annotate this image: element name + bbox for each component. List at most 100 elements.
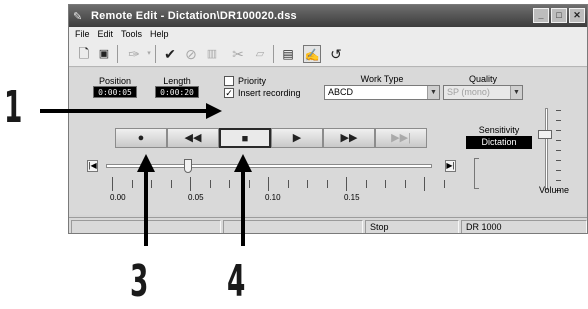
work-type-select[interactable]: ABCD ▼ <box>324 85 440 100</box>
toolbar: 🗋 ▣ ✑ ▾ ✔ ⊘ ▥ ✂ ▱ ▤ ✍ ↺ <box>69 41 587 67</box>
skip-to-end-icon: ▶| <box>446 161 455 170</box>
toolbar-separator <box>117 45 118 63</box>
book-icon[interactable]: ▥ <box>203 45 221 63</box>
sensitivity-label: Sensitivity <box>478 125 520 135</box>
close-button[interactable]: ✕ <box>569 8 585 23</box>
fast-forward-button[interactable]: ▶▶ <box>323 128 375 148</box>
toolbar-separator <box>155 45 156 63</box>
seek-tick <box>209 180 211 188</box>
chevron-down-icon[interactable]: ▼ <box>510 86 522 99</box>
status-cell-state: Stop <box>365 220 459 233</box>
quality-value: SP (mono) <box>447 87 490 97</box>
seek-tick <box>268 177 269 191</box>
checkmark-icon[interactable]: ✔ <box>161 45 179 63</box>
record-icon: ● <box>137 132 145 144</box>
status-cell-2 <box>223 220 363 233</box>
work-type-label: Work Type <box>360 74 404 84</box>
seek-tick <box>424 177 425 191</box>
seek-thumb[interactable] <box>183 159 192 173</box>
menu-file[interactable]: File <box>75 29 90 39</box>
properties-icon[interactable]: ▤ <box>279 45 297 63</box>
control-panel: Position 0:00:05 Length 0:00:20 Priority… <box>69 68 587 215</box>
seek-tick <box>287 180 289 188</box>
volume-track[interactable] <box>545 108 548 190</box>
stop-icon: ■ <box>241 133 249 145</box>
remote-edit-window: ✎ Remote Edit - Dictation\DR100020.dss _… <box>68 4 588 234</box>
level-gauge-line <box>474 158 475 188</box>
undo-icon[interactable]: ↺ <box>327 45 345 63</box>
title-bar[interactable]: ✎ Remote Edit - Dictation\DR100020.dss _… <box>69 5 587 27</box>
quality-select[interactable]: SP (mono) ▼ <box>443 85 523 100</box>
menu-edit[interactable]: Edit <box>98 29 114 39</box>
seek-tick <box>190 177 191 191</box>
fast-forward-icon: ▶▶ <box>340 132 358 144</box>
priority-checkbox[interactable] <box>224 76 234 86</box>
seek-tick <box>346 177 347 191</box>
level-gauge-tick <box>474 158 479 159</box>
volume-tick <box>556 160 561 161</box>
seek-tick <box>365 180 367 188</box>
volume-tick <box>556 110 561 111</box>
volume-tick <box>556 170 561 171</box>
insert-recording-checkbox[interactable]: ✓ <box>224 88 234 98</box>
play-button[interactable]: ▶ <box>271 128 323 148</box>
volume-label: Volume <box>538 185 570 195</box>
transport-controls: ● ◀◀ ■ ▶ ▶▶ ▶▶| <box>115 128 427 148</box>
tick-label: 0.10 <box>265 193 281 202</box>
skip-to-start-icon: |◀ <box>88 161 97 170</box>
volume-thumb[interactable] <box>538 130 552 139</box>
skip-to-end-icon: ▶▶| <box>391 132 411 144</box>
tick-label: 0.15 <box>344 193 360 202</box>
remote-edit-icon[interactable]: ✍ <box>303 45 321 63</box>
quality-label: Quality <box>468 74 497 84</box>
skip-to-end-button[interactable]: ▶▶| <box>375 128 427 148</box>
minimize-button[interactable]: _ <box>533 8 549 23</box>
seek-start-button[interactable]: |◀ <box>87 160 98 172</box>
volume-tick <box>556 130 561 131</box>
record-button[interactable]: ● <box>115 128 167 148</box>
seek-tick <box>229 180 230 188</box>
chevron-down-icon[interactable]: ▼ <box>427 86 439 99</box>
work-type-value: ABCD <box>328 87 354 97</box>
menu-help[interactable]: Help <box>150 29 169 39</box>
no-entry-icon[interactable]: ⊘ <box>182 45 200 63</box>
tick-label: 0.05 <box>188 193 204 202</box>
seek-end-button[interactable]: ▶| <box>445 160 456 172</box>
window-title: Remote Edit - Dictation\DR100020.dss <box>91 10 297 22</box>
volume-tick <box>556 140 561 141</box>
callout-1: 1 <box>4 82 23 133</box>
seek-tick <box>248 180 250 188</box>
seek-tick <box>404 180 406 188</box>
save-icon[interactable]: ▣ <box>95 45 113 63</box>
stop-button[interactable]: ■ <box>219 128 271 148</box>
position-label: Position <box>98 76 132 86</box>
callout-3: 3 <box>130 256 149 307</box>
seek-tick <box>131 180 133 188</box>
callout-4: 4 <box>227 256 246 307</box>
pen-icon: ✎ <box>73 10 83 23</box>
paste-icon[interactable]: ▱ <box>251 45 269 63</box>
length-label: Length <box>163 76 191 86</box>
length-display: 0:00:20 <box>155 86 199 98</box>
menu-bar: File Edit Tools Help <box>69 27 587 41</box>
level-gauge-tick <box>474 188 479 189</box>
volume-tick <box>556 120 561 121</box>
menu-tools[interactable]: Tools <box>121 29 142 39</box>
seek-tick <box>307 180 308 188</box>
seek-tick <box>326 180 328 188</box>
volume-tick <box>556 180 561 181</box>
sensitivity-display[interactable]: Dictation <box>466 136 532 149</box>
play-icon: ▶ <box>292 132 302 144</box>
maximize-button[interactable]: □ <box>551 8 567 23</box>
cut-icon[interactable]: ✂ <box>229 45 247 63</box>
rewind-button[interactable]: ◀◀ <box>167 128 219 148</box>
status-bar: Stop DR 1000 <box>69 217 587 233</box>
toolbar-separator <box>273 45 274 63</box>
position-display: 0:00:05 <box>93 86 137 98</box>
priority-label: Priority <box>238 76 267 86</box>
seek-tick <box>151 180 152 188</box>
seek-track[interactable] <box>106 164 432 168</box>
new-document-icon[interactable]: 🗋 <box>75 45 93 63</box>
seek-tick <box>385 180 386 188</box>
status-cell-1 <box>71 220 221 233</box>
